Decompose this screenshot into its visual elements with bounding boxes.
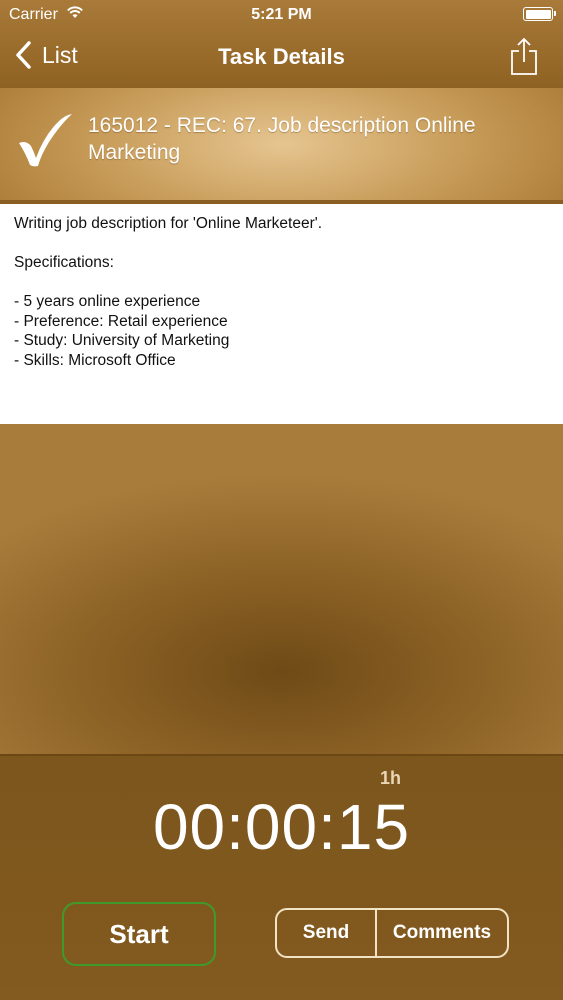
description-line: Specifications: [14, 254, 114, 271]
battery-icon [523, 7, 556, 21]
action-segment: Send Comments [275, 908, 509, 958]
comments-button[interactable]: Comments [377, 910, 507, 956]
task-header: 165012 - REC: 67. Job description Online… [0, 88, 563, 203]
page-title: Task Details [218, 44, 345, 69]
top-bar: Carrier 5:21 PM List Task Details [0, 0, 563, 88]
description-line: - Study: University of Marketing [14, 332, 230, 349]
description-line: Writing job description for 'Online Mark… [14, 215, 323, 232]
description-line: - Preference: Retail experience [14, 312, 228, 330]
share-icon[interactable] [509, 36, 539, 76]
description-line: - 5 years online experience [14, 293, 201, 310]
send-button[interactable]: Send [277, 910, 377, 956]
task-description: Writing job description for 'Online Mark… [0, 204, 563, 424]
timer-panel: 1h 00:00:15 Start Send Comments [0, 756, 563, 1000]
clock: 5:21 PM [251, 6, 312, 23]
time-budget-label: 1h [380, 768, 402, 788]
start-button[interactable]: Start [62, 902, 216, 966]
checkmark-icon[interactable] [14, 110, 76, 170]
description-line: - Skills: Microsoft Office [14, 351, 176, 369]
background-panel [0, 424, 563, 756]
navigation-bar: List Task Details [0, 30, 563, 86]
task-title: 165012 - REC: 67. Job description Online… [88, 114, 476, 164]
status-bar: Carrier 5:21 PM [0, 0, 563, 30]
elapsed-timer: 00:00:15 [152, 791, 411, 863]
